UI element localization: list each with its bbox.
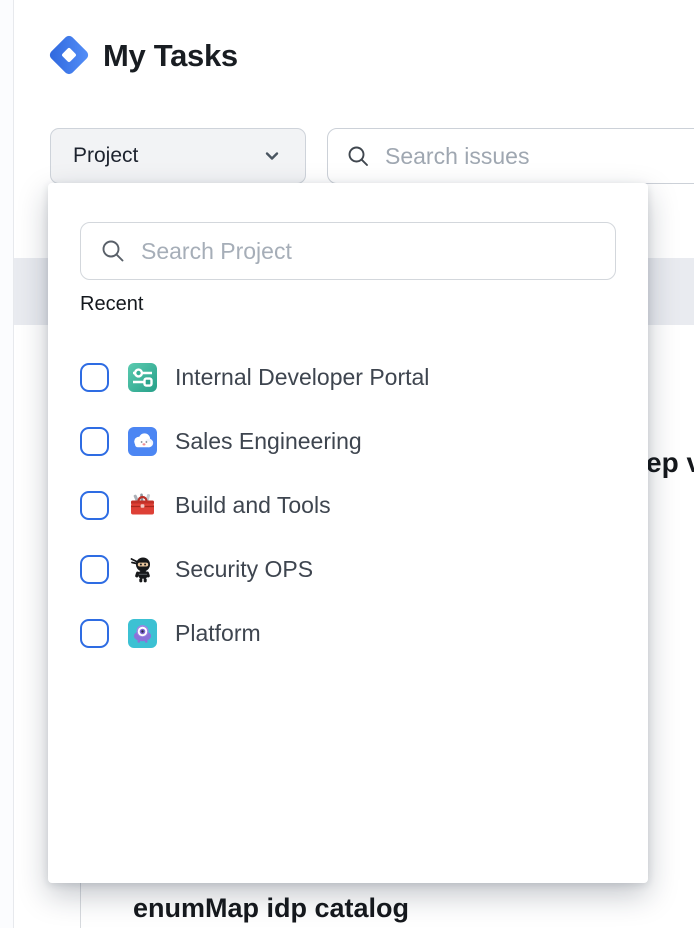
task-title-partial-bottom: enumMap idp catalog: [133, 893, 409, 924]
project-checkbox[interactable]: [80, 427, 109, 456]
page-title: My Tasks: [103, 38, 238, 74]
project-option-label: Security OPS: [175, 556, 313, 583]
project-option-label: Platform: [175, 620, 261, 647]
project-filter-dropdown: Recent Internal Developer Portal: [48, 183, 648, 883]
project-checkbox[interactable]: [80, 491, 109, 520]
project-option-sales-engineering[interactable]: Sales Engineering: [80, 409, 628, 473]
toolbox-icon: [128, 491, 157, 520]
cloud-face-icon: [128, 427, 157, 456]
project-option-platform[interactable]: Platform: [80, 601, 628, 665]
project-option-security-ops[interactable]: Security OPS: [80, 537, 628, 601]
project-option-label: Build and Tools: [175, 492, 331, 519]
jira-logo-icon: [46, 32, 92, 78]
search-icon: [346, 144, 371, 169]
project-option-label: Internal Developer Portal: [175, 364, 429, 391]
project-option-internal-developer-portal[interactable]: Internal Developer Portal: [80, 345, 628, 409]
left-sidebar-edge: [0, 0, 14, 928]
search-icon: [100, 238, 127, 265]
workflow-board-icon: [128, 363, 157, 392]
ninja-icon: [128, 555, 157, 584]
search-project-field[interactable]: [80, 222, 616, 280]
project-checkbox[interactable]: [80, 555, 109, 584]
project-checkbox[interactable]: [80, 619, 109, 648]
alien-ufo-icon: [128, 619, 157, 648]
project-filter-button[interactable]: Project: [50, 128, 306, 184]
search-issues-input[interactable]: [385, 143, 694, 170]
recent-section-label: Recent: [80, 293, 143, 316]
project-option-build-and-tools[interactable]: Build and Tools: [80, 473, 628, 537]
search-issues-field[interactable]: [327, 128, 694, 184]
project-filter-label: Project: [73, 144, 261, 168]
search-project-input[interactable]: [141, 238, 596, 265]
project-list: Internal Developer Portal Sales Engineer…: [80, 345, 628, 665]
project-checkbox[interactable]: [80, 363, 109, 392]
project-option-label: Sales Engineering: [175, 428, 362, 455]
chevron-down-icon: [261, 145, 283, 167]
task-title-partial-right: ep v: [646, 447, 694, 479]
